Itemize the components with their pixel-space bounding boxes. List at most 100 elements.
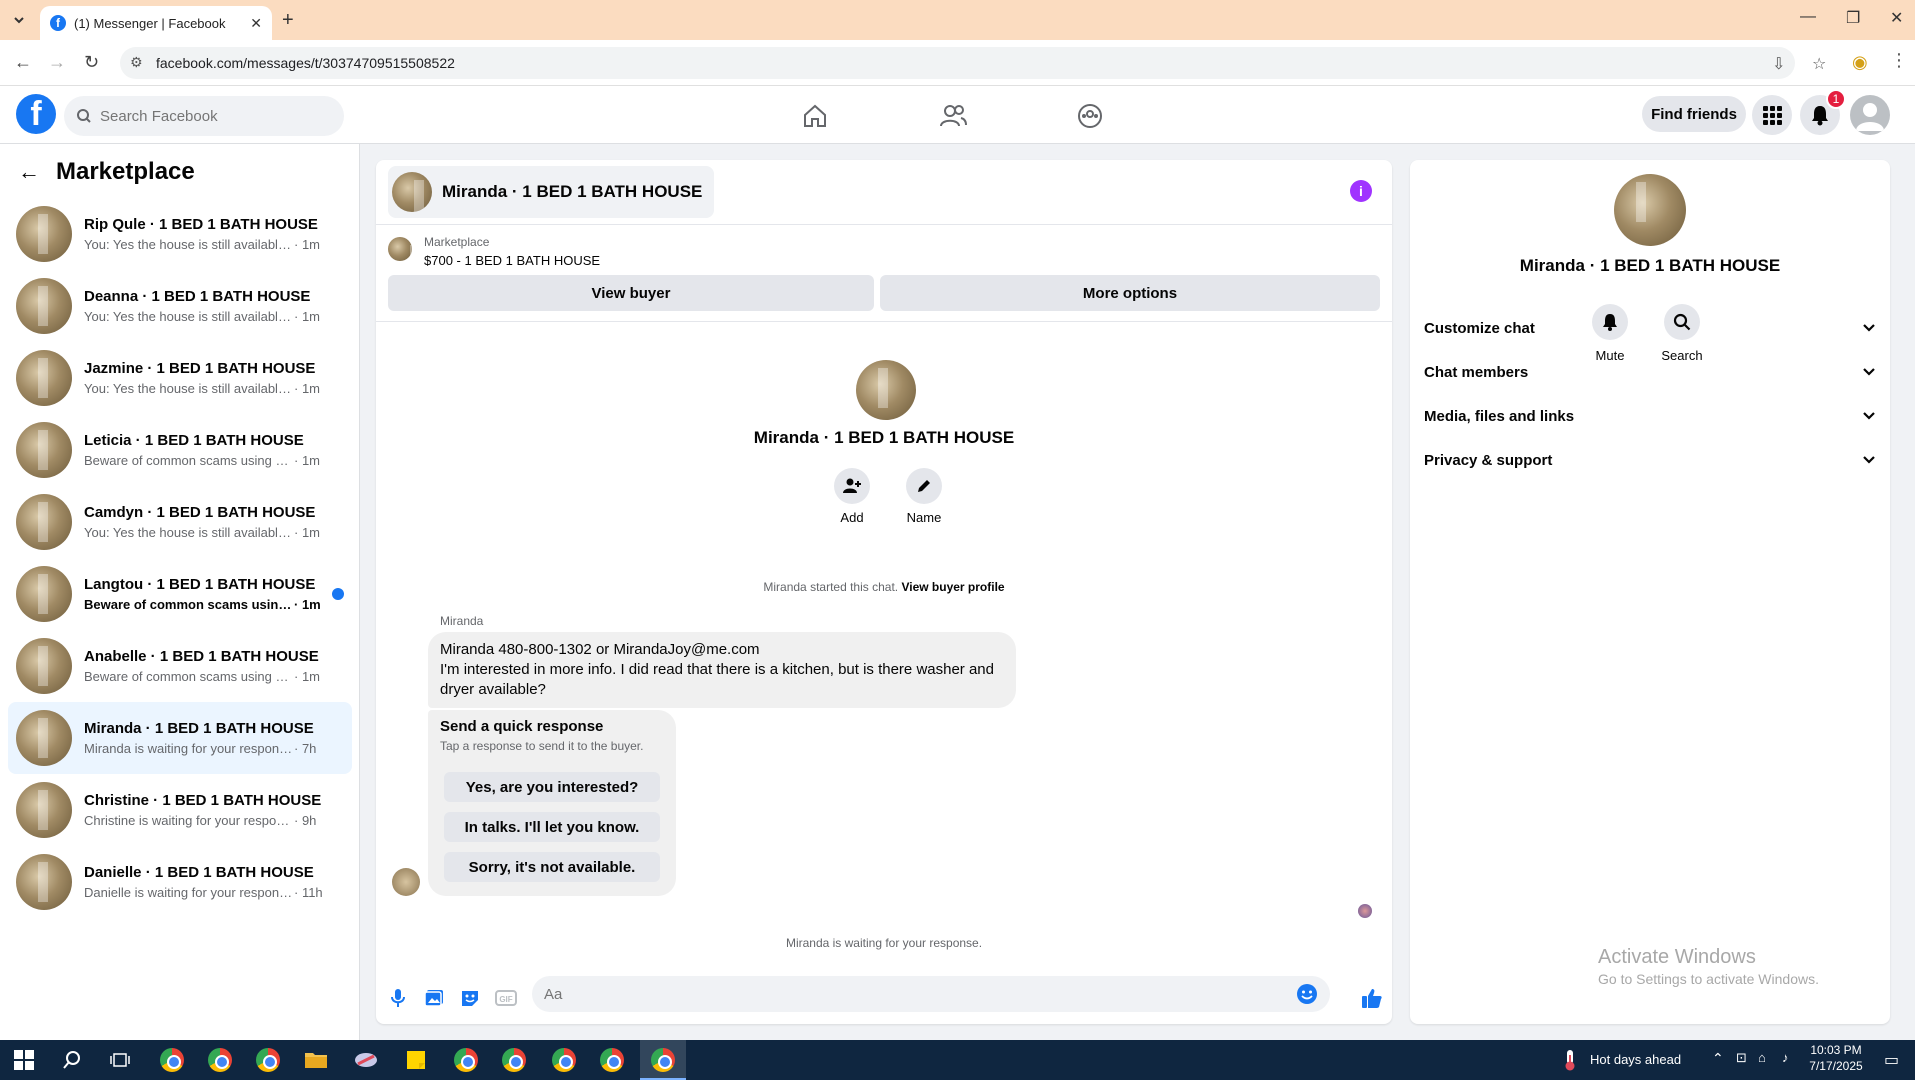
name-action[interactable]: Name	[889, 468, 959, 525]
taskbar-chrome-icon[interactable]	[598, 1046, 626, 1074]
quick-response-button[interactable]: Yes, are you interested?	[444, 772, 660, 802]
conversation-item[interactable]: Camdyn · 1 BED 1 BATH HOUSE You: Yes the …	[8, 486, 352, 558]
like-thumb-icon[interactable]	[1360, 986, 1384, 1010]
chevron-down-icon	[1863, 368, 1875, 376]
network-icon[interactable]: ⊡	[1736, 1050, 1747, 1066]
url-bar[interactable]: ⚙ facebook.com/messages/t/30374709515508…	[120, 47, 1826, 79]
preview-time: · 11h	[294, 885, 323, 900]
weather-text[interactable]: Hot days ahead	[1590, 1052, 1681, 1067]
microphone-icon[interactable]	[386, 986, 410, 1010]
menu-button[interactable]	[1752, 95, 1792, 135]
message-bubble: Miranda 480-800-1302 or MirandaJoy@me.co…	[428, 632, 1016, 708]
nav-groups[interactable]	[1070, 96, 1110, 136]
tab-search-dropdown[interactable]	[8, 9, 30, 31]
view-buyer-button[interactable]: View buyer	[388, 275, 874, 311]
search-input[interactable]	[100, 107, 320, 125]
conversation-avatar	[16, 350, 72, 406]
details-section[interactable]: Chat members	[1424, 352, 1876, 392]
conversation-item[interactable]: Miranda · 1 BED 1 BATH HOUSE Miranda is w…	[8, 702, 352, 774]
add-action[interactable]: Add	[817, 468, 887, 525]
preview-time: · 1m	[294, 525, 320, 540]
conversation-item[interactable]: Danielle · 1 BED 1 BATH HOUSE Danielle is…	[8, 846, 352, 918]
conversation-item[interactable]: Langtou · 1 BED 1 BATH HOUSE Beware of co…	[8, 558, 352, 630]
listing-title[interactable]: $700 - 1 BED 1 BATH HOUSE	[424, 253, 600, 268]
taskbar-search-button[interactable]	[58, 1046, 86, 1074]
conversation-text: Rip Qule · 1 BED 1 BATH HOUSE You: Yes th…	[84, 216, 334, 252]
volume-icon[interactable]: ♪	[1782, 1050, 1789, 1065]
conversation-item[interactable]: Deanna · 1 BED 1 BATH HOUSE You: Yes the …	[8, 270, 352, 342]
find-friends-button[interactable]: Find friends	[1642, 96, 1746, 132]
photo-icon[interactable]	[422, 986, 446, 1010]
site-info-icon[interactable]: ⚙	[130, 54, 143, 71]
account-avatar[interactable]	[1850, 95, 1890, 135]
gif-icon[interactable]: GIF	[494, 986, 518, 1010]
taskbar-chrome-active-icon[interactable]	[649, 1046, 677, 1074]
info-icon[interactable]: i	[1350, 180, 1372, 202]
facebook-logo[interactable]: f	[16, 94, 56, 134]
bookmark-star-icon[interactable]: ☆	[1812, 54, 1826, 74]
back-button[interactable]: ←	[14, 52, 32, 73]
reload-button[interactable]: ↻	[84, 52, 99, 73]
task-view-button[interactable]	[106, 1046, 134, 1074]
conversation-text: Miranda · 1 BED 1 BATH HOUSE Miranda is w…	[84, 720, 334, 756]
minimize-button[interactable]: —	[1800, 8, 1816, 26]
install-app-icon[interactable]: ⇩	[1772, 54, 1785, 74]
file-explorer-icon[interactable]	[302, 1046, 330, 1074]
more-options-button[interactable]: More options	[880, 275, 1380, 311]
chevron-up-icon[interactable]: ⌃	[1712, 1050, 1724, 1067]
start-button[interactable]	[10, 1046, 38, 1074]
waiting-notice: Miranda is waiting for your response.	[785, 936, 983, 950]
details-section[interactable]: Privacy & support	[1424, 440, 1876, 480]
snipping-tool-icon[interactable]	[352, 1046, 380, 1074]
conversation-item[interactable]: Leticia · 1 BED 1 BATH HOUSE Beware of co…	[8, 414, 352, 486]
weather-icon[interactable]	[1556, 1046, 1584, 1074]
preview-time: · 7h	[294, 741, 317, 756]
conversation-preview: Danielle is waiting for your response. · …	[84, 885, 334, 900]
conversation-item[interactable]: Rip Qule · 1 BED 1 BATH HOUSE You: Yes th…	[8, 198, 352, 270]
chrome-menu-icon[interactable]: ⋮	[1890, 50, 1908, 71]
conversation-item[interactable]: Jazmine · 1 BED 1 BATH HOUSE You: Yes the…	[8, 342, 352, 414]
conversation-item[interactable]: Anabelle · 1 BED 1 BATH HOUSE Beware of c…	[8, 630, 352, 702]
close-tab-icon[interactable]: ✕	[250, 15, 262, 32]
notification-center-icon[interactable]: ▭	[1884, 1050, 1899, 1070]
close-window-button[interactable]: ✕	[1890, 8, 1903, 28]
left-panel-title: Marketplace	[56, 158, 195, 185]
browser-tab[interactable]: f (1) Messenger | Facebook ✕	[40, 6, 272, 40]
details-avatar	[1614, 174, 1686, 246]
taskbar-chrome-icon[interactable]	[500, 1046, 528, 1074]
back-arrow-icon[interactable]: ←	[18, 159, 40, 185]
sticker-icon[interactable]	[458, 986, 482, 1010]
conversation-item[interactable]: Christine · 1 BED 1 BATH HOUSE Christine …	[8, 774, 352, 846]
taskbar-chrome-icon[interactable]	[550, 1046, 578, 1074]
details-section[interactable]: Media, files and links	[1424, 396, 1876, 436]
message-composer[interactable]	[532, 976, 1330, 1012]
restore-button[interactable]: ❐	[1846, 8, 1860, 28]
taskbar-chrome-icon[interactable]	[206, 1046, 234, 1074]
windows-taskbar: Hot days ahead ⌃ ⊡ ⌂ ♪ 10:03 PM 7/17/202…	[0, 1040, 1915, 1080]
seen-indicator-avatar	[1358, 904, 1372, 918]
view-buyer-profile-link[interactable]: View buyer profile	[901, 580, 1004, 594]
taskbar-chrome-icon[interactable]	[158, 1046, 186, 1074]
taskbar-chrome-icon[interactable]	[254, 1046, 282, 1074]
quick-response-button[interactable]: Sorry, it's not available.	[444, 852, 660, 882]
new-tab-button[interactable]: +	[282, 9, 294, 32]
details-section[interactable]: Customize chat	[1424, 308, 1876, 348]
chat-title-button[interactable]: Miranda · 1 BED 1 BATH HOUSE	[388, 166, 715, 218]
emoji-icon[interactable]	[1296, 983, 1318, 1005]
taskbar-chrome-icon[interactable]	[452, 1046, 480, 1074]
clock[interactable]: 10:03 PM 7/17/2025	[1808, 1043, 1864, 1073]
nav-home[interactable]	[795, 96, 835, 136]
forward-button[interactable]: →	[48, 52, 66, 73]
intro-avatar	[856, 360, 916, 420]
preview-time: · 1m	[294, 597, 321, 612]
details-name: Miranda · 1 BED 1 BATH HOUSE	[1519, 256, 1781, 275]
sticky-notes-icon[interactable]	[402, 1046, 430, 1074]
message-input[interactable]	[544, 985, 1296, 1003]
nav-friends[interactable]	[933, 96, 973, 136]
profile-icon[interactable]: ◉	[1852, 52, 1868, 73]
preview-time: · 1m	[294, 453, 320, 468]
facebook-favicon-icon: f	[50, 15, 66, 31]
facebook-search[interactable]	[64, 96, 344, 136]
wifi-icon[interactable]: ⌂	[1758, 1050, 1766, 1065]
quick-response-button[interactable]: In talks. I'll let you know.	[444, 812, 660, 842]
